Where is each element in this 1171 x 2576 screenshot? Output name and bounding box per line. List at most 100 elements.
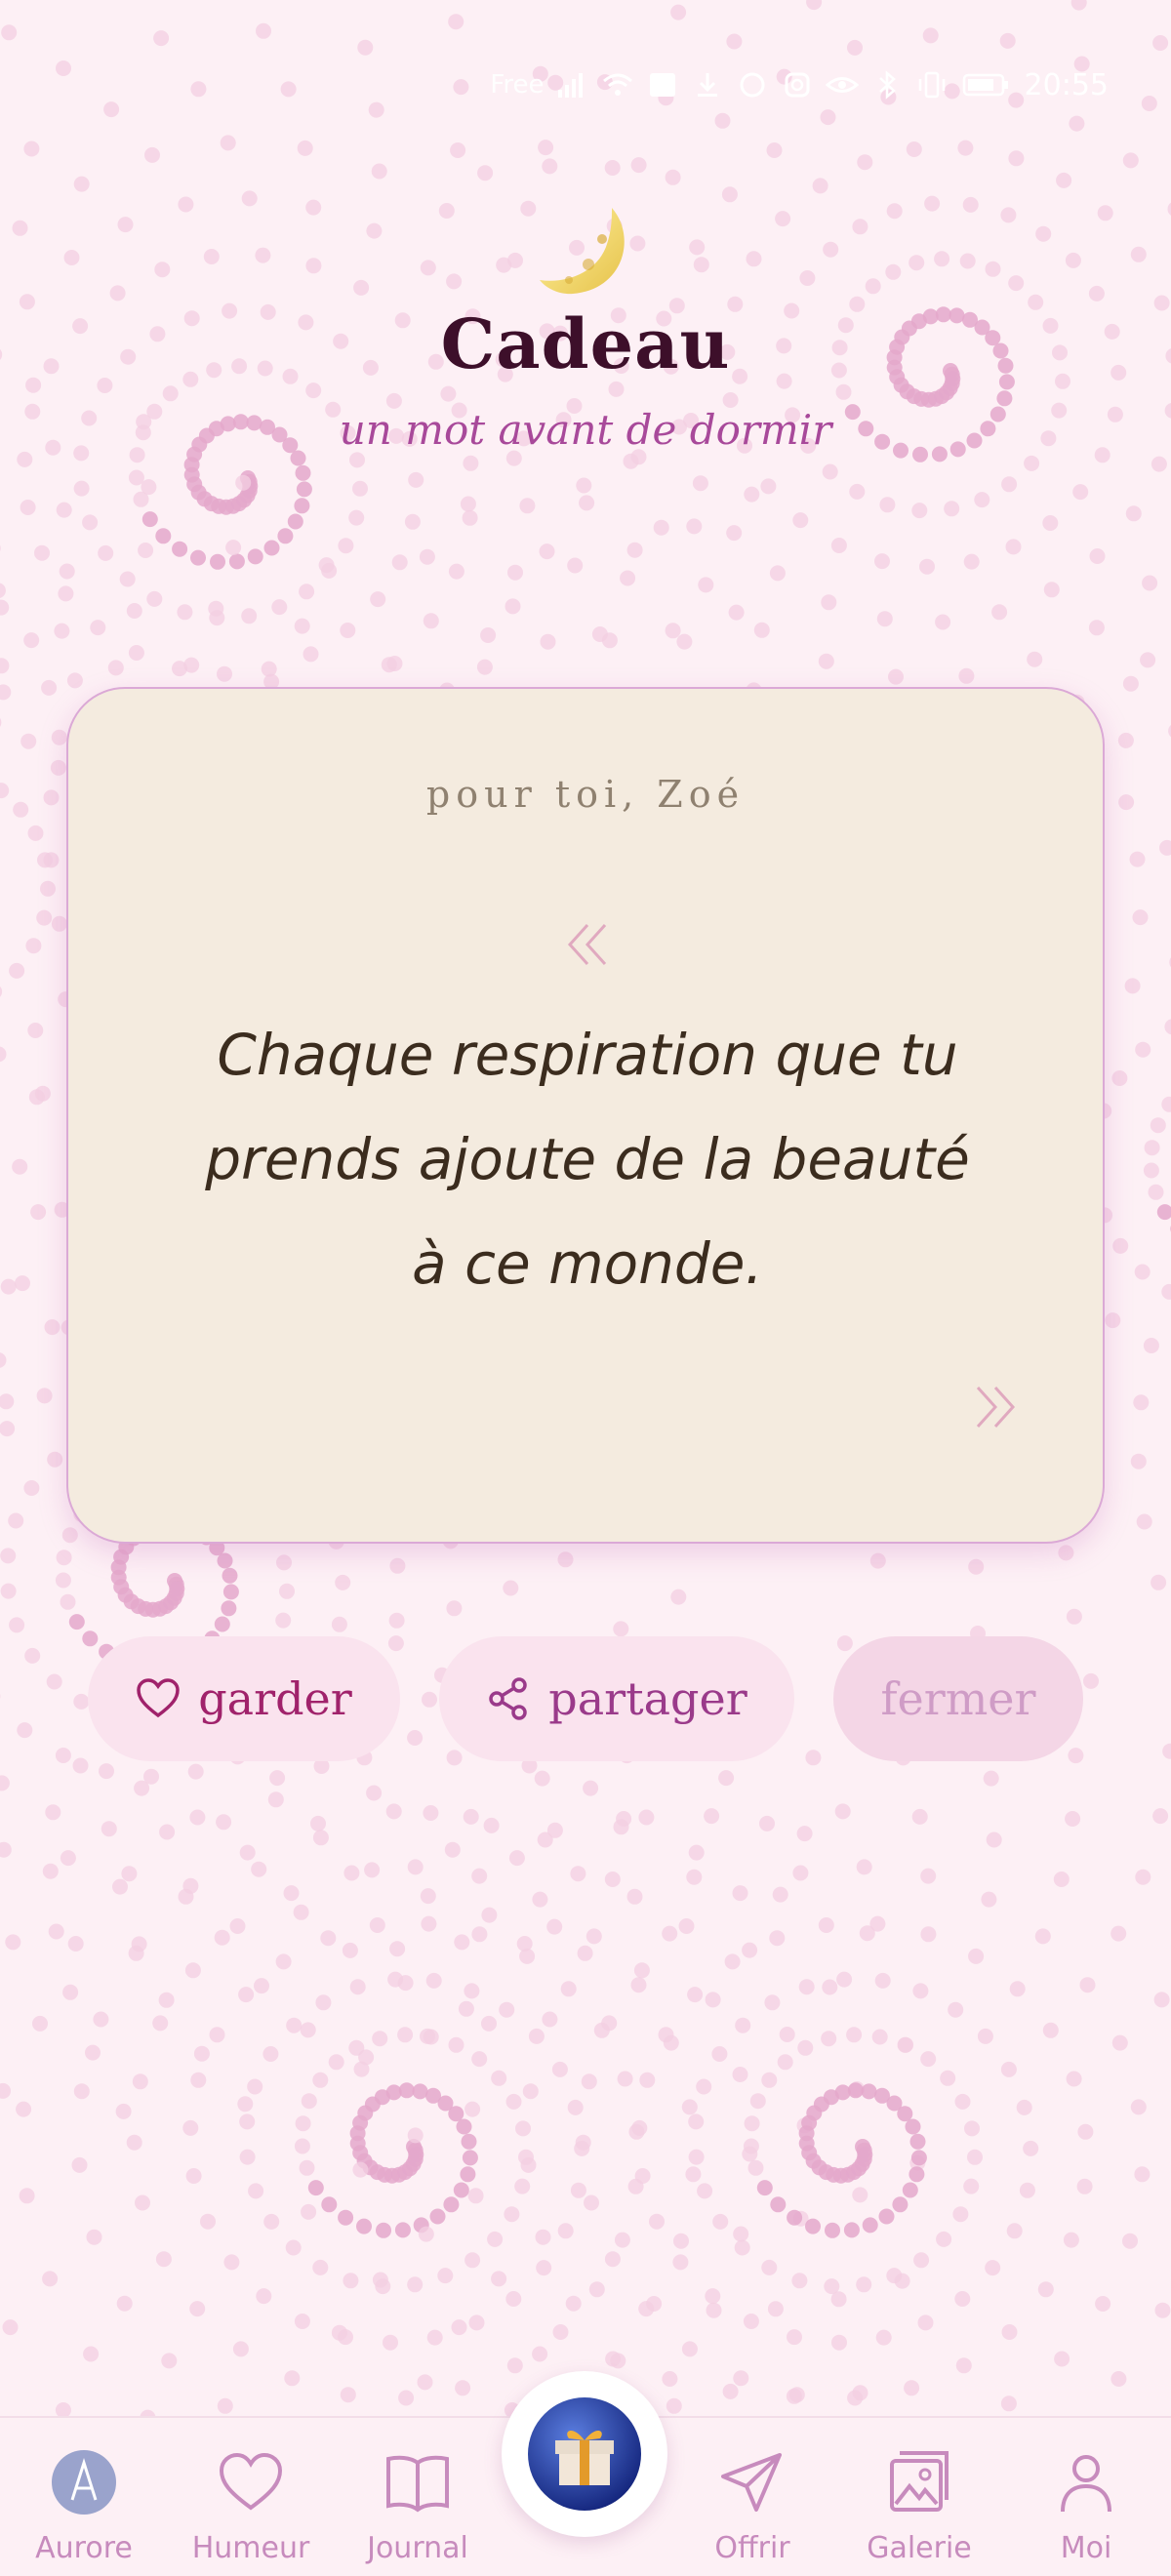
gift-button[interactable]: [502, 2371, 667, 2537]
background-dot: [732, 1885, 748, 1902]
background-dot: [974, 492, 990, 508]
background-dot: [300, 2022, 316, 2038]
background-dot: [348, 509, 365, 526]
background-dot: [846, 2027, 863, 2043]
background-dot: [352, 2161, 369, 2178]
background-dot: [688, 2113, 705, 2130]
background-dot: [385, 1803, 402, 1820]
background-dot: [967, 2149, 983, 2165]
background-dot: [633, 1962, 650, 1979]
background-dot: [666, 2397, 682, 2414]
background-dot: [477, 165, 494, 181]
background-dot: [857, 154, 873, 171]
background-dot: [1153, 1992, 1170, 2008]
background-dot: [732, 2067, 748, 2082]
status-bar: Free 20:55: [490, 60, 1109, 109]
background-dot: [153, 30, 170, 47]
background-dot: [19, 2188, 35, 2204]
background-dot: [0, 1278, 17, 1295]
background-dot: [532, 1891, 548, 1908]
background-dot: [1161, 1283, 1171, 1300]
tab-humeur[interactable]: Humeur: [168, 2418, 334, 2576]
tab-aurore[interactable]: Aurore: [1, 2418, 167, 2576]
background-dot: [217, 665, 232, 682]
background-dot: [27, 1023, 44, 1038]
background-dot: [460, 496, 476, 512]
background-dot: [183, 657, 200, 673]
background-dot: [303, 646, 319, 663]
background-dot: [0, 658, 10, 674]
background-dot: [178, 1888, 194, 1905]
background-dot: [1042, 2022, 1059, 2038]
background-dot: [570, 2182, 586, 2198]
background-dot: [315, 1994, 332, 2011]
background-dot: [570, 1866, 586, 1882]
tab-moi[interactable]: Moi: [1003, 2418, 1169, 2576]
background-dot: [735, 2017, 751, 2033]
background-dot: [824, 2278, 840, 2295]
background-dot: [372, 2272, 388, 2288]
background-dot: [672, 2254, 689, 2271]
background-dot: [182, 2119, 199, 2136]
background-dot: [630, 157, 647, 174]
heart-icon: [219, 2452, 283, 2511]
background-dot: [909, 2166, 925, 2183]
background-dot: [56, 1550, 72, 1566]
background-dot: [551, 2061, 568, 2077]
background-dot: [376, 2222, 391, 2238]
background-dot: [287, 513, 303, 530]
background-dot: [1136, 1513, 1152, 1530]
tab-galerie[interactable]: Galerie: [836, 2418, 1002, 2576]
background-dot: [5, 1934, 21, 1951]
background-dot: [874, 1972, 891, 1989]
background-dot: [1135, 1869, 1151, 1885]
background-dot: [722, 2383, 739, 2399]
share-button[interactable]: partager: [439, 1636, 794, 1761]
background-dot: [698, 577, 714, 593]
background-dot: [516, 1936, 533, 1952]
background-dot: [189, 1809, 206, 1826]
background-dot: [678, 1918, 695, 1934]
background-dot: [407, 2276, 424, 2293]
background-dot: [1140, 652, 1156, 668]
background-dot: [0, 1775, 10, 1791]
background-dot: [115, 2103, 132, 2119]
background-dot: [856, 2276, 872, 2293]
background-dot: [505, 598, 521, 615]
tab-offrir[interactable]: Offrir: [669, 2418, 835, 2576]
background-dot: [1024, 455, 1040, 471]
background-dot: [760, 478, 777, 495]
background-dot: [214, 1616, 230, 1632]
background-dot: [420, 1888, 436, 1905]
background-dot: [1130, 2099, 1147, 2115]
background-dot: [948, 2001, 964, 2018]
close-button[interactable]: fermer: [833, 1636, 1083, 1761]
background-dot: [1076, 2178, 1093, 2194]
background-dot: [954, 2291, 971, 2307]
background-dot: [155, 528, 172, 544]
background-dot: [67, 1936, 84, 1952]
background-dot: [952, 2206, 969, 2223]
background-dot: [1125, 505, 1142, 522]
background-dot: [957, 140, 974, 156]
background-dot: [277, 528, 294, 544]
background-dot: [581, 2073, 597, 2090]
background-dot: [685, 2166, 702, 2183]
background-dot: [444, 1841, 461, 1858]
background-dot: [1077, 2123, 1094, 2140]
background-dot: [0, 583, 6, 598]
background-dot: [964, 2120, 980, 2137]
background-dot: [1159, 839, 1171, 856]
background-dot: [34, 544, 50, 561]
background-dot: [356, 2218, 372, 2234]
background-dot: [141, 511, 158, 528]
keep-label: garder: [198, 1672, 352, 1725]
background-dot: [158, 1992, 175, 2008]
keep-button[interactable]: garder: [88, 1636, 400, 1761]
background-dot: [254, 1978, 269, 1994]
tab-journal[interactable]: Journal: [335, 2418, 501, 2576]
background-dot: [340, 623, 356, 638]
background-dot: [372, 2031, 388, 2047]
background-dot: [112, 1878, 128, 1895]
background-dot: [546, 1918, 563, 1935]
